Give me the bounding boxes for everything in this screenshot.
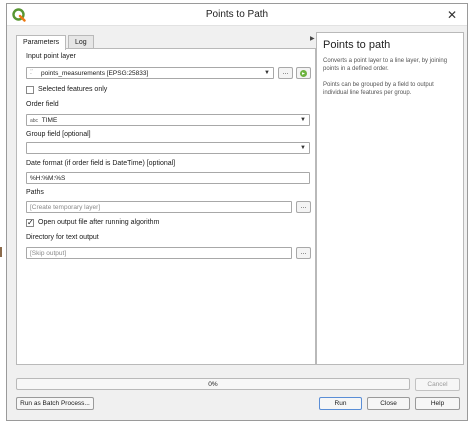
selected-features-label: Selected features only [38, 86, 108, 93]
iterate-features-button[interactable] [296, 67, 311, 79]
cancel-button[interactable]: Cancel [415, 378, 460, 391]
paths-output-input[interactable]: [Create temporary layer] [26, 201, 292, 213]
tab-log[interactable]: Log [68, 35, 94, 49]
checkmark-icon: ✓ [27, 218, 34, 227]
directory-placeholder: [Skip output] [30, 250, 67, 257]
text-field-type-icon: abc [30, 118, 39, 124]
order-field-label: Order field [26, 101, 59, 108]
point-layer-icon: ⁚˙ [30, 70, 34, 76]
progress-label: 0% [208, 381, 218, 388]
run-button[interactable]: Run [319, 397, 362, 410]
selected-features-checkbox[interactable] [26, 86, 34, 94]
help-paragraph-2: Points can be grouped by a field to outp… [323, 82, 434, 96]
title-bar: Points to Path ✕ [7, 4, 467, 26]
input-layer-value: points_measurements [EPSG:25833] [41, 70, 149, 77]
chevron-down-icon: ▼ [264, 70, 270, 76]
group-field-combo[interactable]: ▼ [26, 142, 310, 154]
parameters-panel: Input point layer ⁚˙ points_measurements… [16, 48, 316, 365]
order-field-combo[interactable]: abc TIME ▼ [26, 114, 310, 126]
directory-output-input[interactable]: [Skip output] [26, 247, 292, 259]
input-layer-label: Input point layer [26, 53, 76, 60]
chevron-down-icon: ▼ [300, 145, 306, 151]
date-format-label: Date format (if order field is DateTime)… [26, 160, 176, 167]
input-layer-combo[interactable]: ⁚˙ points_measurements [EPSG:25833] ▼ [26, 67, 274, 79]
order-field-value: TIME [41, 117, 58, 124]
help-title: Points to path [323, 39, 391, 51]
background-edge [0, 247, 2, 257]
points-to-path-dialog: Points to Path ✕ Parameters Log ▶ Input … [6, 3, 468, 421]
open-output-checkbox[interactable]: ✓ [26, 219, 34, 227]
close-button[interactable]: Close [367, 397, 410, 410]
run-as-batch-button[interactable]: Run as Batch Process... [16, 397, 94, 410]
tab-parameters[interactable]: Parameters [16, 35, 67, 50]
directory-browse-button[interactable]: ... [296, 247, 311, 259]
group-field-label: Group field [optional] [26, 131, 91, 138]
directory-label: Directory for text output [26, 234, 99, 241]
window-title: Points to Path [205, 9, 269, 20]
help-panel: Points to path Converts a point layer to… [316, 32, 464, 365]
window-close-button[interactable]: ✕ [439, 6, 465, 24]
chevron-down-icon: ▼ [300, 117, 306, 123]
paths-browse-button[interactable]: ... [296, 201, 311, 213]
date-format-input[interactable]: %H:%M:%S [26, 172, 310, 184]
scroll-right-arrow-icon[interactable]: ▶ [310, 35, 315, 42]
open-output-label: Open output file after running algorithm [38, 219, 160, 226]
help-button[interactable]: Help [415, 397, 460, 410]
input-layer-browse-button[interactable]: ... [278, 67, 293, 79]
paths-placeholder: [Create temporary layer] [30, 204, 101, 211]
paths-label: Paths [26, 189, 44, 196]
progress-bar: 0% [16, 378, 410, 390]
iterate-icon [300, 70, 307, 77]
date-format-value: %H:%M:%S [30, 175, 66, 182]
help-paragraph-1: Converts a point layer to a line layer, … [323, 58, 448, 72]
